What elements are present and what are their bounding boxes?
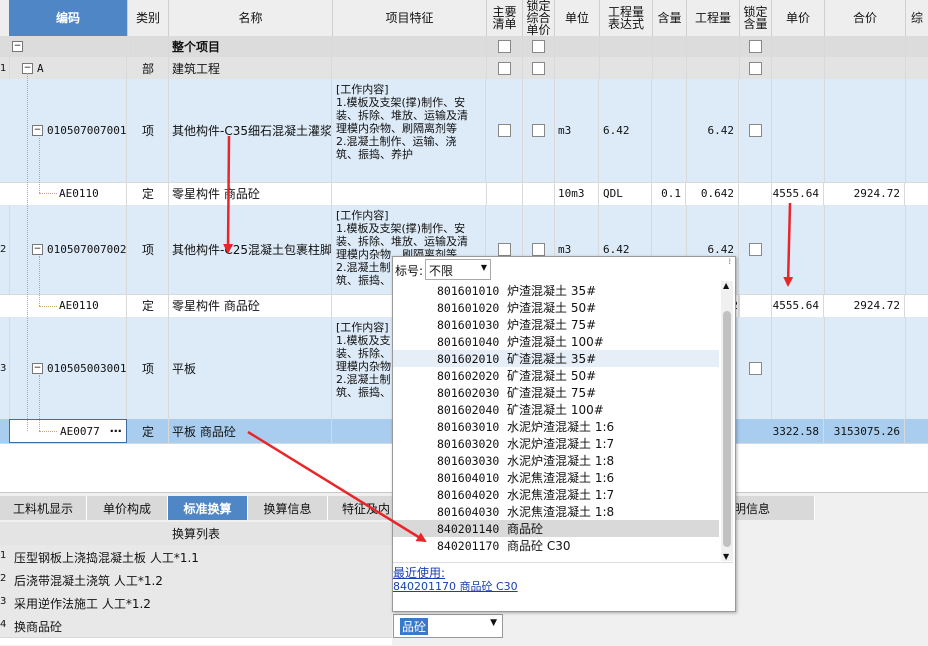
arrow-down-price [783, 202, 794, 287]
arrow-to-tab [247, 430, 427, 543]
arrow-to-list [306, 296, 432, 346]
annotation-arrows [223, 135, 794, 543]
arrow-down-name [223, 135, 234, 254]
